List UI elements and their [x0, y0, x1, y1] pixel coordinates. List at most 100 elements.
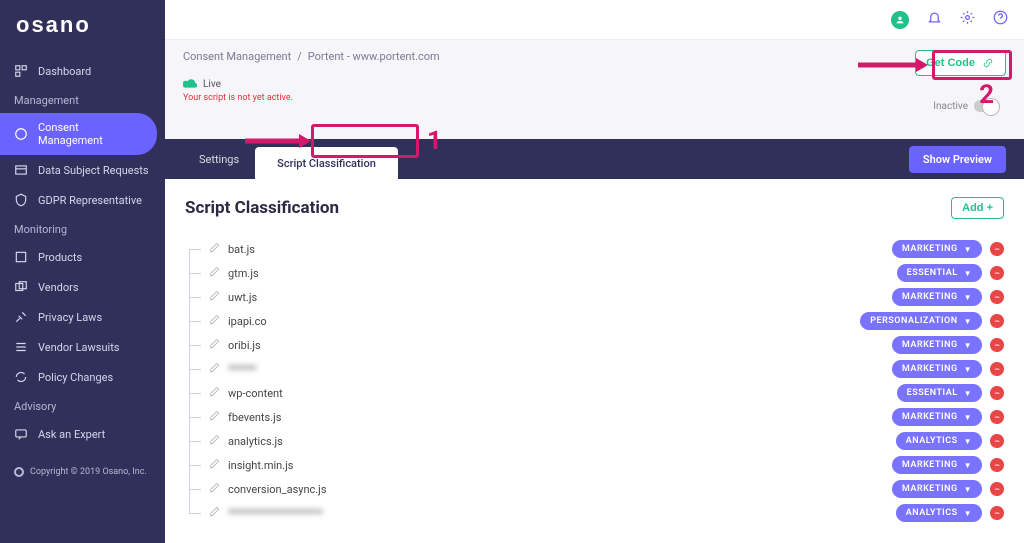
category-pill[interactable]: ESSENTIAL ▼ [897, 264, 982, 282]
edit-icon[interactable] [209, 506, 220, 520]
avatar[interactable] [891, 11, 909, 29]
script-tree: bat.jsMARKETING ▼−gtm.jsESSENTIAL ▼−uwt.… [185, 237, 1004, 525]
help-icon[interactable] [993, 10, 1008, 29]
status-warning: Your script is not yet active. [183, 93, 1006, 103]
delete-button[interactable]: − [990, 506, 1004, 520]
sidebar-item-label: Vendor Lawsuits [38, 341, 119, 354]
category-pill[interactable]: MARKETING ▼ [892, 456, 982, 474]
chevron-down-icon: ▼ [964, 509, 972, 518]
delete-button[interactable]: − [990, 434, 1004, 448]
gavel-icon [14, 310, 28, 324]
category-pill[interactable]: MARKETING ▼ [892, 336, 982, 354]
sidebar: osano Dashboard Management Consent Manag… [0, 0, 165, 543]
link-icon [981, 58, 995, 68]
category-pill[interactable]: ANALYTICS ▼ [896, 504, 982, 522]
edit-icon[interactable] [209, 482, 220, 496]
edit-icon[interactable] [209, 362, 220, 376]
copyright-icon [14, 467, 24, 477]
script-row: uwt.js MARKETING ▼− [185, 285, 1004, 309]
script-name: analytics.js [228, 435, 283, 448]
sidebar-item-data-subject-requests[interactable]: Data Subject Requests [0, 155, 165, 185]
category-pill[interactable]: MARKETING ▼ [892, 480, 982, 498]
edit-icon[interactable] [209, 314, 220, 328]
delete-button[interactable]: − [990, 482, 1004, 496]
category-pill[interactable]: ESSENTIAL ▼ [897, 384, 982, 402]
edit-icon[interactable] [209, 410, 220, 424]
delete-button[interactable]: − [990, 410, 1004, 424]
copyright: Copyright © 2019 Osano, Inc. [0, 455, 165, 489]
edit-icon[interactable] [209, 386, 220, 400]
cloud-icon [183, 77, 197, 91]
script-name: ******************** [228, 507, 323, 520]
edit-icon[interactable] [209, 434, 220, 448]
edit-icon[interactable] [209, 242, 220, 256]
category-pill[interactable]: PERSONALIZATION ▼ [860, 312, 982, 330]
chevron-down-icon: ▼ [964, 461, 972, 470]
sidebar-item-vendor-lawsuits[interactable]: Vendor Lawsuits [0, 332, 165, 362]
edit-icon[interactable] [209, 458, 220, 472]
sidebar-item-dashboard[interactable]: Dashboard [0, 56, 165, 86]
sidebar-item-privacy-laws[interactable]: Privacy Laws [0, 302, 165, 332]
status-live: Live [203, 79, 221, 90]
sidebar-section-management: Management [0, 86, 165, 113]
sidebar-item-products[interactable]: Products [0, 242, 165, 272]
category-pill[interactable]: MARKETING ▼ [892, 408, 982, 426]
tab-settings[interactable]: Settings [183, 139, 255, 179]
category-pill[interactable]: MARKETING ▼ [892, 288, 982, 306]
breadcrumb-sep: / [297, 50, 302, 63]
sidebar-item-label: Vendors [38, 281, 79, 294]
vendors-icon [14, 280, 28, 294]
delete-button[interactable]: − [990, 362, 1004, 376]
show-preview-button[interactable]: Show Preview [909, 146, 1006, 173]
script-name: gtm.js [228, 267, 259, 280]
get-code-button[interactable]: Get Code [915, 50, 1006, 76]
delete-button[interactable]: − [990, 314, 1004, 328]
script-classification-panel: Script Classification Add + bat.jsMARKET… [165, 179, 1024, 543]
delete-button[interactable]: − [990, 266, 1004, 280]
inactive-toggle-row: Inactive [933, 100, 1000, 112]
script-name: ****** [228, 363, 256, 376]
delete-button[interactable]: − [990, 386, 1004, 400]
sidebar-item-label: Dashboard [38, 65, 91, 78]
script-row: ****** MARKETING ▼− [185, 357, 1004, 381]
dashboard-icon [14, 64, 28, 78]
active-toggle[interactable] [974, 100, 1000, 112]
sidebar-item-consent-management[interactable]: Consent Management [0, 113, 157, 155]
script-name: ipapi.co [228, 315, 267, 328]
breadcrumb-root[interactable]: Consent Management [183, 50, 291, 63]
script-row: analytics.js ANALYTICS ▼− [185, 429, 1004, 453]
gear-icon[interactable] [960, 10, 975, 29]
category-pill[interactable]: MARKETING ▼ [892, 240, 982, 258]
delete-button[interactable]: − [990, 458, 1004, 472]
edit-icon[interactable] [209, 290, 220, 304]
bell-icon[interactable] [927, 10, 942, 29]
delete-button[interactable]: − [990, 242, 1004, 256]
sidebar-item-vendors[interactable]: Vendors [0, 272, 165, 302]
script-row: gtm.js ESSENTIAL ▼− [185, 261, 1004, 285]
sidebar-item-gdpr-representative[interactable]: GDPR Representative [0, 185, 165, 215]
delete-button[interactable]: − [990, 290, 1004, 304]
sidebar-item-label: Ask an Expert [38, 428, 105, 441]
sidebar-item-ask-expert[interactable]: Ask an Expert [0, 419, 165, 449]
script-name: fbevents.js [228, 411, 281, 424]
sidebar-section-advisory: Advisory [0, 392, 165, 419]
get-code-label: Get Code [926, 57, 975, 69]
chevron-down-icon: ▼ [964, 341, 972, 350]
script-name: insight.min.js [228, 459, 293, 472]
edit-icon[interactable] [209, 338, 220, 352]
category-pill[interactable]: ANALYTICS ▼ [896, 432, 982, 450]
tab-script-classification[interactable]: Script Classification [255, 147, 398, 179]
category-pill[interactable]: MARKETING ▼ [892, 360, 982, 378]
script-name: oribi.js [228, 339, 261, 352]
script-row: ******************** ANALYTICS ▼− [185, 501, 1004, 525]
delete-button[interactable]: − [990, 338, 1004, 352]
list-icon [14, 340, 28, 354]
sidebar-item-policy-changes[interactable]: Policy Changes [0, 362, 165, 392]
edit-icon[interactable] [209, 266, 220, 280]
add-script-button[interactable]: Add + [951, 197, 1004, 219]
refresh-icon [14, 370, 28, 384]
copyright-text: Copyright © 2019 Osano, Inc. [30, 467, 147, 477]
script-name: bat.js [228, 243, 255, 256]
script-name: uwt.js [228, 291, 257, 304]
chevron-down-icon: ▼ [964, 317, 972, 326]
